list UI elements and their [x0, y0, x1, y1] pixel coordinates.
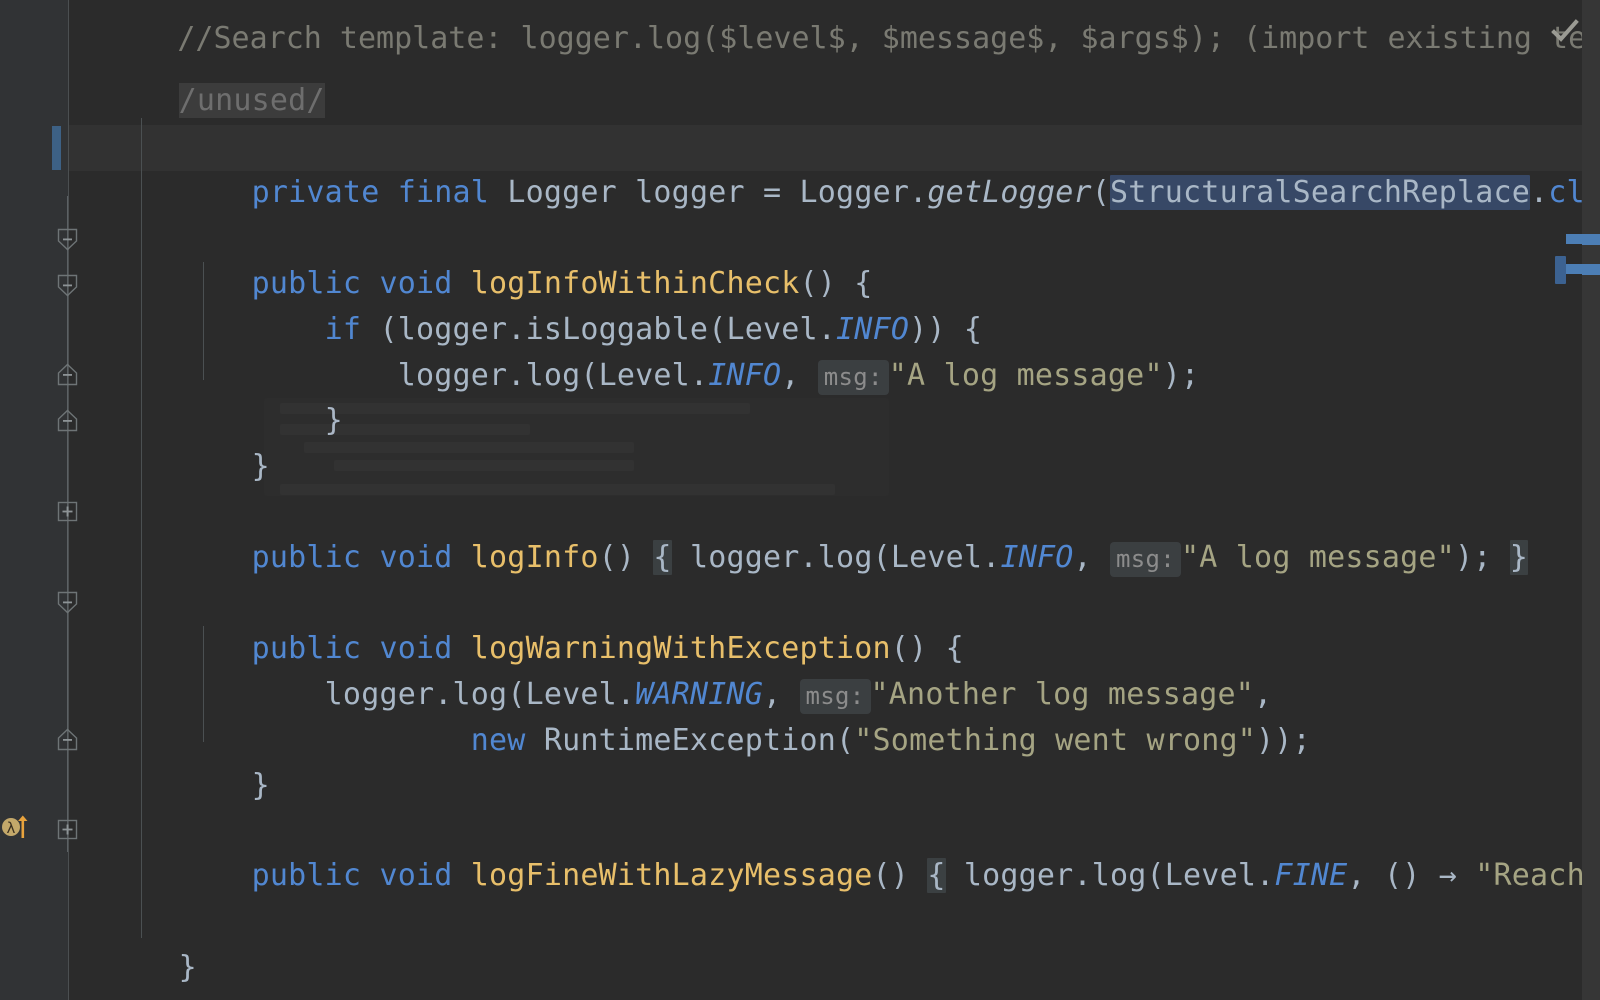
class-level: Level — [890, 539, 983, 575]
call-tail: ); — [1162, 357, 1200, 393]
occurrence-marker[interactable] — [1582, 234, 1600, 245]
code-surface[interactable]: //Search template: logger.log($level$, $… — [69, 0, 1600, 1000]
method-name-logFineWithLazyMessage[interactable]: logFineWithLazyMessage — [471, 858, 873, 893]
keyword-void: void — [379, 539, 453, 575]
fold-marker-expanded-end[interactable] — [56, 728, 79, 751]
keyword-public: public — [251, 539, 362, 575]
keyword-private: private — [251, 174, 380, 210]
current-line-highlight — [69, 125, 1600, 171]
receiver-logger: logger — [397, 357, 508, 393]
log-call-line[interactable]: logger.log(Level.INFO, msg: "A log messag… — [69, 307, 1199, 395]
string-literal: "A log message" — [1181, 539, 1455, 575]
close-brace: } — [251, 767, 270, 803]
occurrence-marker[interactable] — [1582, 264, 1600, 275]
occurrence-marker-notch[interactable] — [1566, 234, 1582, 244]
parameter-hint-msg[interactable]: msg: — [817, 359, 889, 395]
method-signature-logInfoWithinCheck[interactable]: public void logInfoWithinCheck() { — [69, 215, 873, 301]
class-close-brace-line[interactable]: } — [69, 899, 197, 985]
class-name-occurrence[interactable]: StructuralSearchReplace — [1110, 174, 1531, 210]
keyword-new: new — [470, 722, 526, 758]
class-declaration-line[interactable]: public class StructuralSearchReplace { — [69, 78, 873, 164]
method-log: log — [525, 357, 581, 393]
class-logger: Logger — [799, 174, 910, 210]
lambda-gutter-icon[interactable]: λ — [2, 812, 36, 840]
indent-guide — [203, 262, 204, 380]
method-getLogger: getLogger — [927, 174, 1092, 210]
fold-marker-expanded-end[interactable] — [56, 363, 79, 386]
call-tail: ); — [1454, 539, 1492, 575]
fold-marker-collapsed[interactable] — [56, 818, 79, 841]
code-editor[interactable]: λ //Search template: logger.log($level$,… — [0, 0, 1600, 1000]
type-logger: Logger — [507, 174, 617, 210]
fading-popup-ghost — [264, 398, 889, 496]
fold-marker-expanded-start[interactable] — [56, 591, 79, 614]
vcs-changed-lines-marker[interactable] — [52, 126, 61, 170]
method-line-logFineWithLazyMessage[interactable]: public void logFineWithLazyMessage() { l… — [69, 807, 1600, 893]
call-tail: )); — [1256, 722, 1311, 758]
method-signature-logWarningWithException[interactable]: public void logWarningWithException() { — [69, 580, 964, 666]
constant-INFO: INFO — [708, 357, 782, 393]
search-template-comment: //Search template: logger.log($level$, $… — [69, 0, 1600, 56]
lambda-parameters: () — [1383, 857, 1421, 893]
matching-close-brace: } — [1509, 539, 1529, 575]
method-name-logInfo[interactable]: logInfo — [471, 540, 599, 575]
method-close-brace-logInfoWithinCheck[interactable]: } — [69, 398, 270, 484]
type-RuntimeException: RuntimeException — [543, 722, 837, 758]
indent-guide — [141, 118, 142, 938]
close-brace: } — [178, 949, 197, 985]
constant-FINE: FINE — [1274, 857, 1348, 893]
exception-argument-line[interactable]: new RuntimeException("Something went wro… — [69, 672, 1311, 758]
matching-open-brace: { — [927, 857, 946, 893]
string-literal: "Something went wrong" — [854, 722, 1257, 758]
keyword-final: final — [397, 174, 490, 210]
inspection-status-widget[interactable] — [1548, 14, 1582, 48]
method-log: log — [1091, 857, 1147, 893]
constant-INFO: INFO — [1000, 539, 1074, 575]
vertical-scrollbar-thumb[interactable] — [1582, 0, 1600, 1000]
fold-marker-collapsed[interactable] — [56, 500, 79, 523]
receiver-logger: logger — [963, 857, 1074, 893]
svg-text:λ: λ — [7, 819, 16, 837]
matching-open-brace: { — [653, 539, 672, 575]
lambda-arrow-icon: → — [1438, 857, 1457, 893]
method-log: log — [817, 539, 873, 575]
keyword-public: public — [251, 857, 362, 893]
warning-log-call-line[interactable]: logger.log(Level.WARNING, msg: "Another l… — [69, 626, 1272, 714]
if-guard-line[interactable]: if (logger.isLoggable(Level.INFO)) { — [69, 261, 982, 347]
class-level: Level — [598, 357, 690, 393]
fold-marker-expanded-start[interactable] — [56, 274, 79, 297]
field-name-logger: logger — [635, 174, 745, 210]
indent-guide — [203, 626, 204, 742]
receiver-logger: logger — [689, 539, 800, 575]
parameter-hint-msg[interactable]: msg: — [1110, 541, 1182, 577]
occurrence-marker-notch[interactable] — [1566, 264, 1582, 274]
if-close-brace-line[interactable]: } — [69, 352, 343, 438]
class-level: Level — [1164, 857, 1257, 893]
comment-text: //Search template: logger.log($level$, $… — [177, 21, 1600, 56]
method-close-brace-logWarningWithException[interactable]: } — [69, 717, 270, 803]
keyword-void: void — [379, 857, 453, 893]
signature-tail: () — [872, 857, 910, 893]
signature-tail: () — [598, 539, 636, 575]
fold-marker-expanded-end[interactable] — [56, 409, 79, 432]
assignment-operator: = — [763, 174, 782, 210]
string-literal: "A log message" — [888, 357, 1163, 393]
caret-position-marker[interactable] — [1555, 256, 1566, 284]
fold-marker-expanded-start[interactable] — [56, 228, 79, 251]
